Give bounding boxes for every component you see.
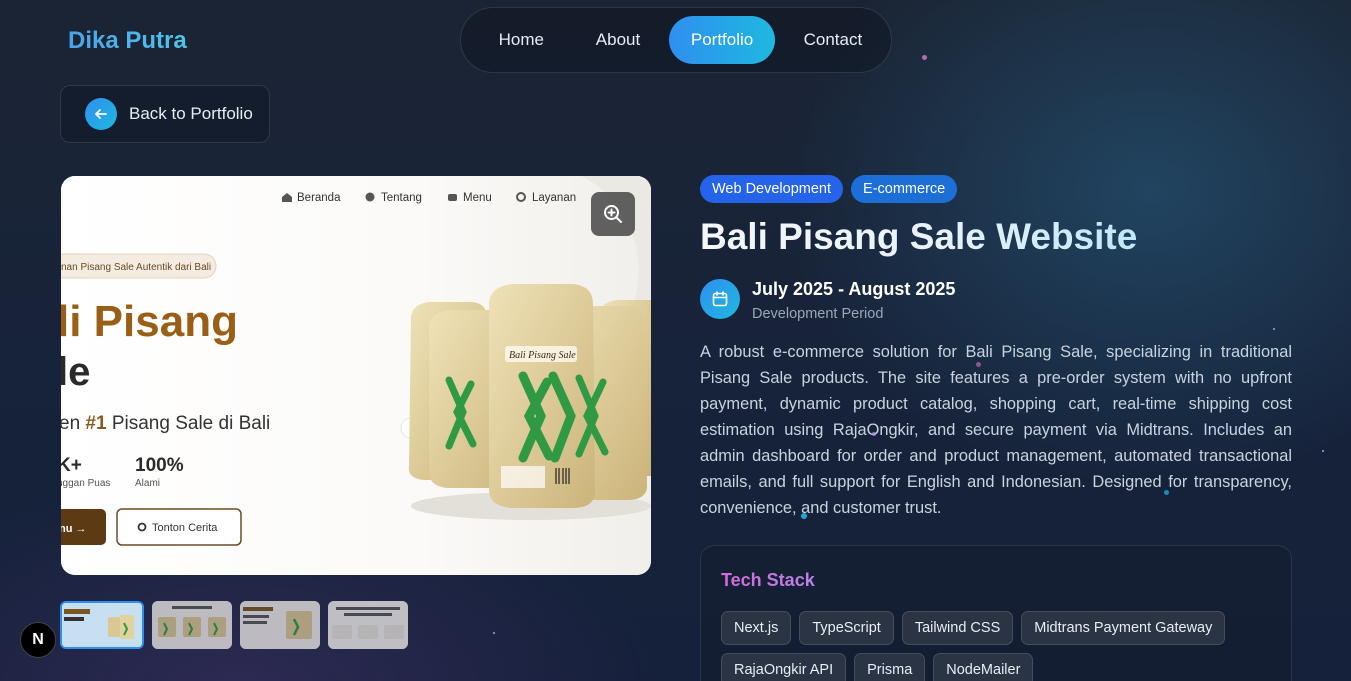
tech-stack-list: Next.js TypeScript Tailwind CSS Midtrans… bbox=[721, 611, 1261, 681]
date-label: Development Period bbox=[752, 306, 884, 322]
preview-tagline-post: Pisang Sale di Bali bbox=[107, 413, 271, 434]
tech-chip: Prisma bbox=[854, 653, 926, 681]
tech-chip: NodeMailer bbox=[933, 653, 1034, 681]
preview-btn-secondary: Tonton Cerita bbox=[152, 522, 218, 534]
decorative-particle bbox=[872, 432, 876, 436]
nav-about[interactable]: About bbox=[574, 16, 663, 64]
preview-stat1-label: nggan Puas bbox=[61, 478, 110, 489]
preview-stat2-label: Alami bbox=[135, 478, 160, 489]
preview-stat2-value: 100% bbox=[135, 455, 184, 476]
project-main-image[interactable]: Beranda Tentang Menu Layanan nan Pisang … bbox=[61, 176, 651, 575]
decorative-particle bbox=[922, 55, 927, 60]
thumbnail-4[interactable] bbox=[328, 601, 408, 649]
preview-badge: nan Pisang Sale Autentik dari Bali bbox=[61, 262, 211, 273]
preview-package-label: Bali Pisang Sale bbox=[509, 350, 576, 361]
decorative-particle bbox=[1322, 450, 1324, 452]
tech-chip: TypeScript bbox=[799, 611, 894, 645]
preview-tagline-highlight: #1 bbox=[85, 413, 107, 434]
product-bags: Bali Pisang Sale bbox=[408, 284, 651, 520]
preview-btn-primary: nu → bbox=[61, 523, 87, 535]
preview-tagline-pre: en bbox=[61, 413, 85, 434]
tech-stack-card: Tech Stack Next.js TypeScript Tailwind C… bbox=[700, 545, 1292, 681]
project-tags: Web Development E-commerce bbox=[700, 175, 958, 203]
thumbnail-3[interactable] bbox=[240, 601, 320, 649]
preview-nav-tentang: Tentang bbox=[381, 192, 422, 204]
decorative-particle bbox=[801, 513, 807, 519]
nav-contact[interactable]: Contact bbox=[775, 16, 891, 64]
nav-portfolio[interactable]: Portfolio bbox=[669, 16, 775, 64]
nav-home[interactable]: Home bbox=[477, 16, 566, 64]
tech-chip: RajaOngkir API bbox=[721, 653, 847, 681]
project-date: July 2025 - August 2025 Development Peri… bbox=[700, 279, 955, 322]
tech-stack-title: Tech Stack bbox=[721, 570, 815, 590]
main-nav: Home About Portfolio Contact bbox=[460, 7, 892, 73]
decorative-particle bbox=[1273, 328, 1275, 330]
decorative-particle bbox=[1164, 490, 1169, 495]
tag-ecommerce: E-commerce bbox=[851, 175, 958, 203]
preview-stat1-value: K+ bbox=[61, 455, 82, 476]
svg-text:en #1 Pisang Sale di Bali: en #1 Pisang Sale di Bali bbox=[61, 413, 270, 434]
zoom-in-icon bbox=[604, 205, 622, 223]
back-to-portfolio-button[interactable]: Back to Portfolio bbox=[60, 85, 270, 143]
nextjs-dev-badge[interactable]: N bbox=[20, 622, 56, 658]
preview-nav-layanan: Layanan bbox=[532, 192, 576, 204]
thumbnail-2[interactable] bbox=[152, 601, 232, 649]
preview-heading-2: le bbox=[61, 350, 90, 394]
date-range: July 2025 - August 2025 bbox=[752, 279, 956, 299]
site-logo[interactable]: Dika Putra bbox=[68, 27, 187, 55]
tech-chip: Next.js bbox=[721, 611, 792, 645]
preview-heading-1: li Pisang bbox=[61, 297, 238, 346]
tech-chip: Midtrans Payment Gateway bbox=[1021, 611, 1226, 645]
zoom-in-button[interactable] bbox=[591, 192, 635, 236]
tag-web-development: Web Development bbox=[700, 175, 844, 203]
decorative-particle bbox=[493, 632, 495, 634]
arrow-left-icon bbox=[85, 98, 117, 130]
project-title: Bali Pisang Sale Website bbox=[700, 216, 1138, 257]
calendar-icon bbox=[700, 279, 740, 319]
project-description: A robust e-commerce solution for Bali Pi… bbox=[700, 343, 1292, 517]
image-thumbnails bbox=[60, 601, 408, 649]
tech-chip: Tailwind CSS bbox=[901, 611, 1014, 645]
website-preview: Beranda Tentang Menu Layanan nan Pisang … bbox=[61, 176, 651, 575]
preview-nav-menu: Menu bbox=[463, 192, 492, 204]
decorative-particle bbox=[976, 362, 981, 367]
preview-nav-beranda: Beranda bbox=[297, 192, 341, 204]
thumbnail-1[interactable] bbox=[60, 601, 144, 649]
back-button-label: Back to Portfolio bbox=[129, 104, 253, 123]
